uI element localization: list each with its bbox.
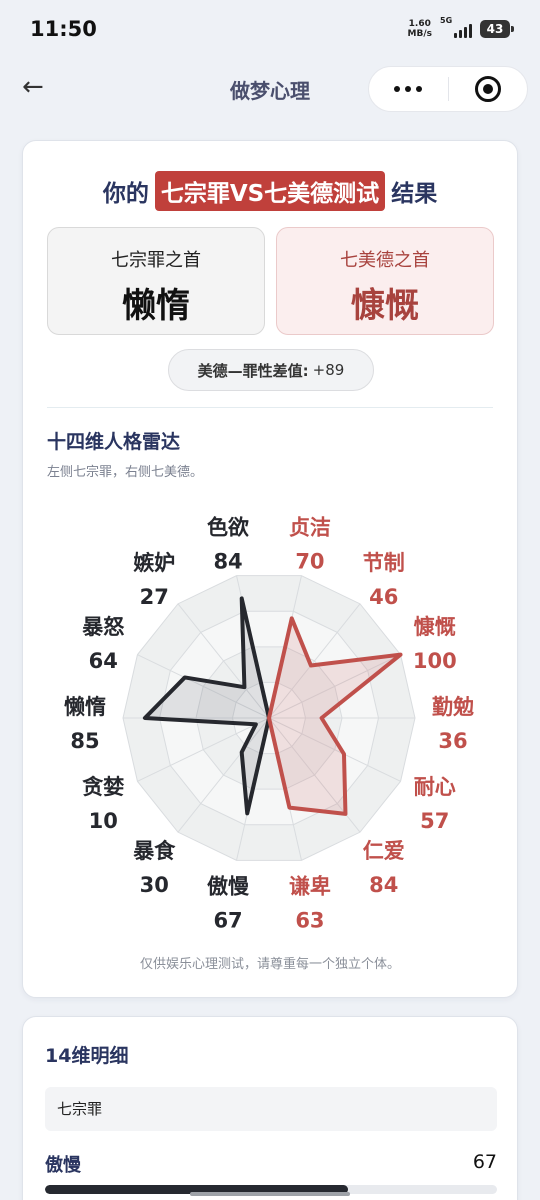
- detail-group-header: 七宗罪: [45, 1087, 497, 1131]
- result-title-suffix: 结果: [391, 181, 438, 207]
- virtue-axis-label: 慷慨: [414, 615, 456, 639]
- virtue-axis-label: 谦卑: [289, 874, 331, 898]
- top-sin-box: 七宗罪之首 懒惰: [47, 227, 265, 335]
- virtue-axis-value: 57: [420, 809, 449, 833]
- detail-row-value: 67: [472, 1151, 497, 1173]
- more-dots-icon: [394, 86, 423, 92]
- virtue-axis-label: 节制: [363, 551, 405, 575]
- sin-axis-value: 10: [89, 809, 118, 833]
- result-title-highlight: 七宗罪VS七美德测试: [154, 171, 386, 211]
- network-speed-value: 1.60: [408, 19, 431, 29]
- radar-chart: 色欲 84 嫉妒 27 暴怒 64 懒惰 85 贪婪 10 暴食 30 傲慢 67 贞洁 70 节制 46 慷慨 10…: [64, 516, 474, 933]
- status-time: 11:50: [30, 17, 97, 41]
- status-bar: 11:50 1.60 MB/s 5G 43: [0, 0, 540, 58]
- virtue-axis-value: 70: [295, 550, 324, 574]
- signal-icon: 5G: [440, 16, 472, 38]
- more-button[interactable]: [369, 67, 448, 111]
- sin-axis-label: 色欲: [207, 516, 249, 540]
- sin-axis-value: 85: [70, 729, 99, 753]
- virtue-axis-value: 36: [438, 729, 467, 753]
- result-title-prefix: 你的: [102, 181, 149, 207]
- sin-axis-value: 27: [140, 585, 169, 609]
- section-divider: [47, 407, 493, 408]
- sin-axis-label: 暴食: [133, 839, 176, 863]
- close-mini-program-button[interactable]: [449, 67, 528, 111]
- virtue-axis-value: 100: [413, 649, 457, 673]
- radar-subtitle: 左侧七宗罪，右侧七美德。: [47, 465, 204, 480]
- sin-axis-label: 傲慢: [207, 874, 250, 898]
- battery-level: 43: [486, 22, 504, 36]
- sin-axis-value: 67: [213, 908, 242, 932]
- sin-axis-label: 懒惰: [64, 695, 106, 719]
- virtue-axis-value: 63: [295, 908, 324, 932]
- top-sin-value: 懒惰: [122, 286, 190, 326]
- mini-program-capsule: [368, 66, 528, 112]
- virtue-axis-label: 仁爱: [363, 839, 405, 863]
- top-virtue-value: 慷慨: [351, 286, 419, 326]
- detail-title: 14维明细: [45, 1045, 129, 1067]
- difference-value: +89: [312, 361, 345, 379]
- result-title: 你的 七宗罪VS七美德测试 结果: [23, 171, 517, 211]
- home-indicator[interactable]: [190, 1192, 350, 1196]
- difference-label: 美德—罪性差值:: [197, 361, 309, 380]
- sin-axis-label: 嫉妒: [133, 551, 175, 575]
- sin-axis-value: 84: [213, 550, 242, 574]
- page-title: 做梦心理: [230, 78, 310, 103]
- back-arrow-icon[interactable]: ←: [22, 72, 44, 102]
- virtue-axis-label: 耐心: [414, 775, 456, 799]
- sin-axis-label: 暴怒: [82, 615, 124, 639]
- disclaimer-footnote: 仅供娱乐心理测试，请尊重每一个独立个体。: [139, 957, 400, 972]
- virtue-axis-value: 84: [369, 873, 398, 897]
- virtue-axis-value: 46: [369, 585, 398, 609]
- top-virtue-box: 七美德之首 慷慨: [276, 227, 494, 335]
- top-virtue-label: 七美德之首: [340, 250, 430, 271]
- difference-badge: 美德—罪性差值: +89: [168, 349, 374, 391]
- detail-card: 14维明细 七宗罪 傲慢 67: [22, 1016, 518, 1200]
- battery-icon: 43: [480, 20, 514, 38]
- sin-axis-value: 64: [89, 649, 118, 673]
- network-speed: 1.60 MB/s: [408, 19, 432, 39]
- sin-axis-label: 贪婪: [82, 775, 124, 799]
- top-sin-label: 七宗罪之首: [111, 250, 201, 271]
- result-card: 你的 七宗罪VS七美德测试 结果 七宗罪之首 懒惰 七美德之首 慷慨 美德—罪性…: [22, 140, 518, 998]
- status-indicators: 1.60 MB/s 5G 43: [408, 16, 514, 39]
- target-circle-icon: [474, 76, 501, 102]
- network-speed-unit: MB/s: [407, 29, 432, 39]
- sin-axis-value: 30: [140, 873, 169, 897]
- virtue-axis-label: 勤勉: [432, 695, 474, 719]
- radar-title: 十四维人格雷达: [47, 431, 181, 453]
- detail-row-name: 傲慢: [45, 1155, 81, 1176]
- nav-bar: ← 做梦心理: [0, 58, 540, 120]
- network-type: 5G: [440, 16, 453, 25]
- virtue-axis-label: 贞洁: [289, 516, 331, 540]
